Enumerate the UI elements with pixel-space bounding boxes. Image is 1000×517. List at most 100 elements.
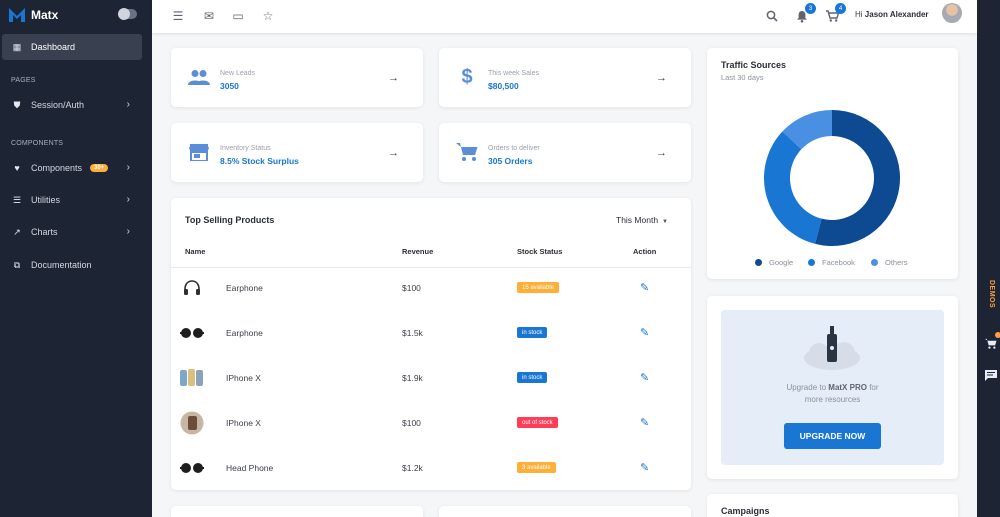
sidebar-item-dashboard[interactable]: ▦ Dashboard [2, 34, 142, 60]
upgrade-product: MatX PRO [828, 383, 867, 392]
topbar: ☰ ✉ ▭ ☆ 3 4 Hi Jason Alexander [152, 0, 977, 33]
arrow-right-icon[interactable]: → [388, 147, 399, 159]
legend-label: Google [769, 258, 794, 267]
arrow-right-icon[interactable]: → [656, 147, 667, 159]
cloud-upload-icon [804, 326, 860, 370]
stat-value: $80,500 [488, 81, 519, 91]
favorite-icon: ♥ [14, 163, 20, 173]
stat-card-weekly-sales[interactable]: $ This week Sales $80,500 → [439, 48, 691, 107]
edit-icon[interactable]: ✎ [640, 371, 649, 384]
mail-icon[interactable]: ✉ [200, 7, 218, 25]
bottom-card [439, 506, 691, 517]
campaigns-card: Campaigns [707, 494, 958, 517]
cart-indicator-dot [995, 332, 1000, 338]
sidebar-item-label: Components [31, 163, 83, 173]
table-row: Head Phone $1.2k 3 available ✎ [171, 446, 691, 491]
sidebar-item-utilities[interactable]: ☰ Utilities › [2, 187, 142, 213]
shopping-cart-icon[interactable] [985, 338, 997, 352]
sidebar-item-label: Dashboard [31, 42, 76, 52]
dashboard-icon: ▦ [12, 41, 22, 52]
sidebar-item-charts[interactable]: ↗ Charts › [2, 219, 142, 245]
donut-slice-facebook[interactable] [764, 131, 822, 244]
stat-card-inventory[interactable]: Inventory Status 8.5% Stock Surplus → [171, 123, 423, 182]
legend-dot [755, 259, 762, 266]
stat-label: New Leads [220, 70, 256, 77]
sidebar-item-documentation[interactable]: ⧉ Documentation [2, 252, 142, 278]
chevron-right-icon: › [126, 194, 130, 205]
period-value: This Month [616, 215, 659, 225]
sidebar-item-label: Charts [31, 227, 58, 237]
legend-item-others[interactable]: Others [871, 258, 908, 267]
edit-icon[interactable]: ✎ [640, 416, 649, 429]
stock-badge: in stock [517, 327, 548, 338]
menu-icon[interactable]: ☰ [169, 7, 187, 25]
traffic-donut-chart [764, 110, 901, 246]
earbuds-icon [179, 321, 205, 345]
arrow-right-icon[interactable]: → [388, 72, 399, 84]
column-header-stock: Stock Status [517, 247, 563, 256]
arrow-right-icon[interactable]: → [656, 72, 667, 84]
store-icon [187, 141, 211, 163]
table-row: Earphone $100 15 available ✎ [171, 266, 691, 311]
shopping-cart-icon [455, 141, 479, 163]
legend-item-facebook[interactable]: Facebook [808, 258, 855, 267]
product-name: Head Phone [226, 463, 274, 473]
upgrade-card: Upgrade to MatX PRO for more resources U… [707, 296, 958, 479]
sidebar-item-label: Utilities [31, 195, 61, 205]
right-side-strip [977, 0, 1000, 517]
sidebar: Matx ▦ Dashboard PAGES ⛊ Session/Auth › … [0, 0, 152, 517]
product-revenue: $1.2k [402, 463, 423, 473]
brand-name: Matx [31, 8, 59, 22]
sidebar-item-label: Session/Auth [31, 100, 85, 110]
edit-icon[interactable]: ✎ [640, 461, 649, 474]
traffic-title: Traffic Sources [721, 60, 787, 70]
star-icon[interactable]: ☆ [259, 7, 277, 25]
sidebar-compact-toggle[interactable] [118, 8, 137, 20]
table-row: Earphone $1.5k in stock ✎ [171, 311, 691, 356]
headphones-icon [179, 276, 205, 300]
sidebar-section-pages: PAGES [11, 77, 36, 84]
components-badge: 30+ [90, 164, 109, 172]
legend-label: Facebook [822, 258, 855, 267]
legend-item-google[interactable]: Google [755, 258, 793, 267]
notifications-icon[interactable]: 3 [793, 3, 816, 25]
product-revenue: $100 [402, 283, 421, 293]
legend-label: Others [885, 258, 908, 267]
column-header-action: Action [633, 247, 657, 256]
table-row: IPhone X $100 out of stock ✎ [171, 401, 691, 446]
caret-down-icon: ▼ [662, 219, 668, 225]
upgrade-text-line2: more resources [804, 395, 861, 404]
sidebar-item-components[interactable]: ♥ Components 30+ › [2, 155, 142, 181]
web-asset-icon[interactable]: ▭ [229, 7, 247, 25]
upgrade-text: Upgrade to MatX PRO for more resources [721, 382, 944, 406]
edit-icon[interactable]: ✎ [640, 326, 649, 339]
product-name: Earphone [226, 328, 263, 338]
campaigns-title: Campaigns [721, 506, 770, 516]
chevron-right-icon: › [126, 99, 130, 110]
product-revenue: $100 [402, 418, 421, 428]
edit-icon[interactable]: ✎ [640, 281, 649, 294]
sidebar-item-label: Documentation [31, 260, 92, 270]
stock-badge: out of stock [517, 417, 558, 428]
launch-icon: ⧉ [13, 259, 21, 270]
greeting-text: Hi [855, 10, 863, 19]
product-name: IPhone X [226, 373, 261, 383]
stat-card-new-leads[interactable]: New Leads 3050 → [171, 48, 423, 107]
stat-label: This week Sales [488, 70, 539, 77]
stat-card-orders[interactable]: Orders to deliver 305 Orders → [439, 123, 691, 182]
period-select[interactable]: This Month ▼ [616, 215, 668, 225]
matx-logo-icon [9, 8, 25, 22]
avatar[interactable] [942, 3, 962, 23]
list-icon: ☰ [12, 194, 22, 205]
demos-tab[interactable]: DEMOS [983, 270, 1000, 318]
bottom-card [171, 506, 423, 517]
upgrade-now-button[interactable]: UPGRADE NOW [784, 423, 881, 449]
shopping-cart-icon[interactable]: 4 [823, 3, 846, 25]
sidebar-item-session-auth[interactable]: ⛊ Session/Auth › [2, 92, 142, 118]
stat-value: 8.5% Stock Surplus [220, 156, 299, 166]
user-greeting: Hi Jason Alexander [855, 10, 929, 19]
search-icon[interactable] [763, 7, 781, 25]
chat-icon[interactable] [985, 370, 997, 384]
trending-up-icon: ↗ [13, 226, 21, 237]
notifications-badge: 3 [805, 3, 816, 14]
